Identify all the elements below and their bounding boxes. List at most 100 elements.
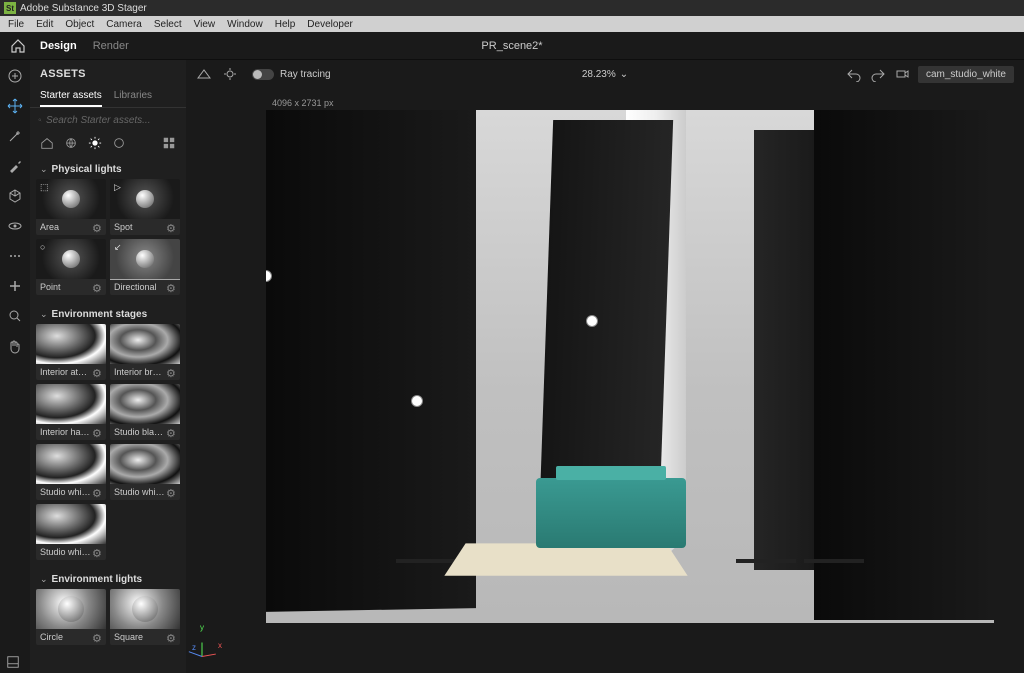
- undo-camera-icon[interactable]: [846, 66, 862, 82]
- menu-edit[interactable]: Edit: [30, 19, 59, 30]
- tab-design[interactable]: Design: [40, 40, 77, 52]
- y-axis-label: y: [200, 623, 204, 632]
- panel-stand: [736, 559, 796, 563]
- tab-starter-assets[interactable]: Starter assets: [40, 86, 102, 107]
- section-physical-lights[interactable]: ⌄ Physical lights: [30, 158, 186, 179]
- redo-camera-icon[interactable]: [870, 66, 886, 82]
- assets-panel: ASSETS Starter assets Libraries ⌄ Physic…: [30, 60, 186, 673]
- assets-search-row: [30, 108, 186, 132]
- asset-env-stage[interactable]: Interior atelier s…⚙: [36, 324, 106, 380]
- camera-list-icon[interactable]: [894, 66, 910, 82]
- viewport-canvas[interactable]: 4096 x 2731 px y x z: [196, 92, 1014, 663]
- app-icon: St: [4, 2, 16, 14]
- settings-icon[interactable]: ⚙: [92, 367, 102, 377]
- asset-label: Circle: [40, 632, 92, 642]
- settings-icon[interactable]: ⚙: [166, 427, 176, 437]
- menu-bar: File Edit Object Camera Select View Wind…: [0, 16, 1024, 32]
- tab-render[interactable]: Render: [93, 40, 129, 52]
- wand-tool-icon[interactable]: [7, 128, 23, 144]
- dropper-tool-icon[interactable]: [7, 158, 23, 174]
- render-settings-icon[interactable]: [222, 66, 238, 82]
- toggle-track[interactable]: [252, 69, 274, 80]
- camera-dropdown[interactable]: cam_studio_white: [918, 66, 1014, 83]
- section-env-stages[interactable]: ⌄ Environment stages: [30, 303, 186, 324]
- settings-icon[interactable]: ⚙: [92, 547, 102, 557]
- tool-strip: [0, 60, 30, 673]
- viewport-area: Ray tracing 28.23% ⌄ cam_studio_white 40…: [186, 60, 1024, 673]
- asset-label: Studio white um…: [40, 547, 92, 557]
- section-title: Environment stages: [52, 309, 148, 320]
- assets-search-input[interactable]: [46, 115, 178, 126]
- settings-icon[interactable]: ⚙: [92, 222, 102, 232]
- ray-tracing-toggle[interactable]: Ray tracing: [252, 69, 331, 80]
- light-gizmo[interactable]: [411, 395, 423, 407]
- settings-icon[interactable]: ⚙: [166, 282, 176, 292]
- document-title: PR_scene2*: [481, 40, 542, 52]
- eye-tool-icon[interactable]: [7, 218, 23, 234]
- asset-env-stage[interactable]: Studio white so…⚙: [110, 444, 180, 500]
- menu-camera[interactable]: Camera: [100, 19, 148, 30]
- zoom-control[interactable]: 28.23% ⌄: [582, 69, 628, 80]
- section-env-lights[interactable]: ⌄ Environment lights: [30, 568, 186, 589]
- panel-expand-icon[interactable]: [6, 655, 20, 669]
- render-view[interactable]: [266, 110, 994, 623]
- search-icon: [38, 114, 42, 126]
- chevron-down-icon[interactable]: ⌄: [620, 69, 628, 80]
- menu-developer[interactable]: Developer: [301, 19, 359, 30]
- menu-select[interactable]: Select: [148, 19, 188, 30]
- tab-libraries[interactable]: Libraries: [114, 86, 152, 107]
- cube-tool-icon[interactable]: [7, 188, 23, 204]
- studio-panel: [266, 110, 476, 612]
- scene-object: [536, 478, 686, 548]
- asset-label: Interior atelier s…: [40, 367, 92, 377]
- settings-icon[interactable]: ⚙: [92, 632, 102, 642]
- asset-env-stage[interactable]: Studio black soft…⚙: [110, 384, 180, 440]
- menu-object[interactable]: Object: [59, 19, 100, 30]
- asset-env-light[interactable]: Circle⚙: [36, 589, 106, 645]
- search-tool-icon[interactable]: [7, 308, 23, 324]
- asset-env-stage[interactable]: Studio white um…⚙: [36, 504, 106, 560]
- asset-point-light[interactable]: ○ Point⚙: [36, 239, 106, 295]
- asset-env-stage[interactable]: Interior brutalist…⚙: [110, 324, 180, 380]
- settings-icon[interactable]: ⚙: [166, 632, 176, 642]
- chevron-down-icon: ⌄: [40, 574, 48, 585]
- settings-icon[interactable]: ⚙: [92, 282, 102, 292]
- point-icon: ○: [40, 242, 45, 252]
- menu-window[interactable]: Window: [221, 19, 269, 30]
- home-icon[interactable]: [10, 38, 26, 54]
- settings-icon[interactable]: ⚙: [92, 427, 102, 437]
- asset-label: Interior haussm…: [40, 427, 92, 437]
- settings-icon[interactable]: ⚙: [166, 487, 176, 497]
- asset-label: Directional: [114, 282, 166, 292]
- hand-tool-icon[interactable]: [7, 338, 23, 354]
- asset-spot-light[interactable]: ▷ Spot⚙: [110, 179, 180, 235]
- asset-label: Square: [114, 632, 166, 642]
- menu-file[interactable]: File: [2, 19, 30, 30]
- menu-help[interactable]: Help: [269, 19, 302, 30]
- asset-env-stage[interactable]: Interior haussm…⚙: [36, 384, 106, 440]
- view-grid-icon[interactable]: [162, 136, 176, 150]
- asset-area-light[interactable]: ⬚ Area⚙: [36, 179, 106, 235]
- perspective-icon[interactable]: [196, 66, 212, 82]
- plus-tool-icon[interactable]: [7, 278, 23, 294]
- asset-directional-light[interactable]: ↙ Directional⚙: [110, 239, 180, 295]
- settings-icon[interactable]: ⚙: [166, 222, 176, 232]
- asset-label: Point: [40, 282, 92, 292]
- settings-icon[interactable]: ⚙: [166, 367, 176, 377]
- asset-env-stage[interactable]: Studio white ha…⚙: [36, 444, 106, 500]
- area-icon: ⬚: [40, 182, 49, 193]
- settings-icon[interactable]: ⚙: [92, 487, 102, 497]
- chevron-down-icon: ⌄: [40, 164, 48, 175]
- filter-globe-icon[interactable]: [64, 136, 78, 150]
- asset-env-light[interactable]: Square⚙: [110, 589, 180, 645]
- asset-label: Studio white so…: [114, 487, 166, 497]
- filter-light-icon[interactable]: [88, 136, 102, 150]
- add-tool-icon[interactable]: [7, 68, 23, 84]
- axis-gizmo[interactable]: y x z: [202, 633, 226, 657]
- light-gizmo[interactable]: [586, 315, 598, 327]
- menu-view[interactable]: View: [188, 19, 222, 30]
- filter-home-icon[interactable]: [40, 136, 54, 150]
- filter-material-icon[interactable]: [112, 136, 126, 150]
- move-tool-icon[interactable]: [7, 98, 23, 114]
- dots-tool-icon[interactable]: [7, 248, 23, 264]
